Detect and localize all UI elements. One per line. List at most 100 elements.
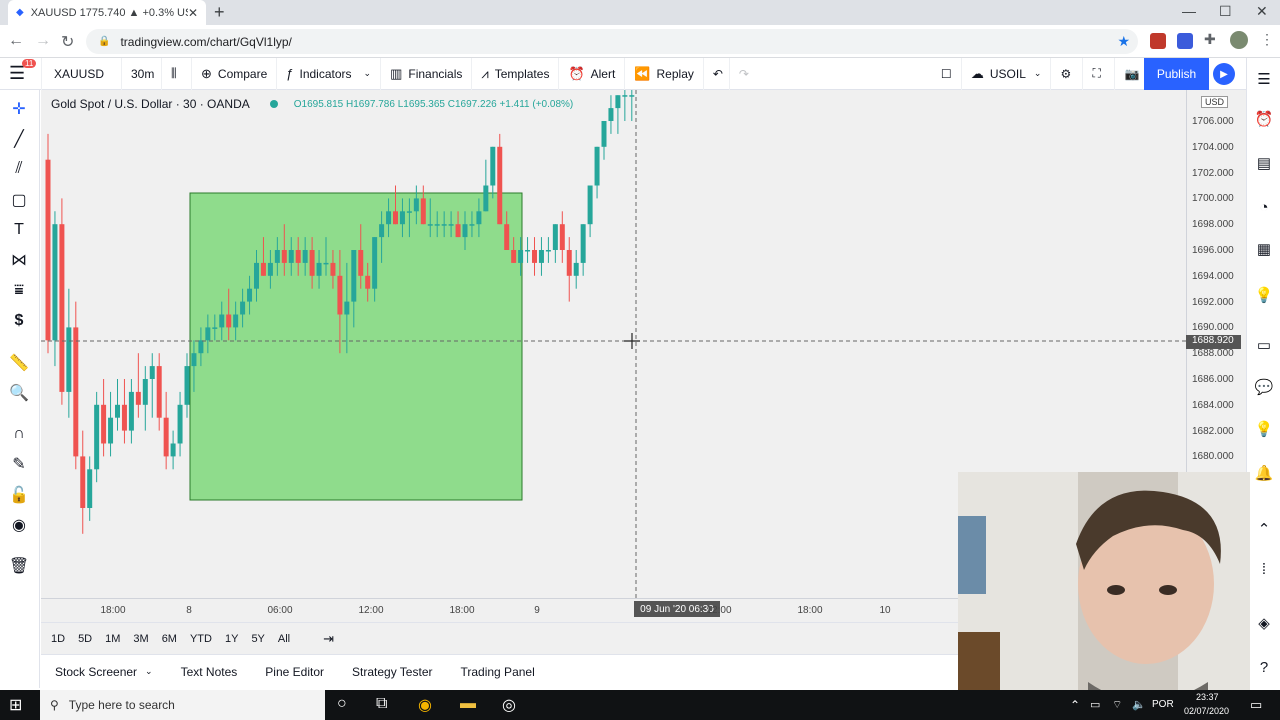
ruler-icon[interactable]: 📏 [8, 352, 30, 374]
hotlists-icon[interactable]: ◔ [1253, 196, 1275, 218]
watchlist-icon[interactable]: ☰ [1253, 68, 1275, 90]
more-menu-icon[interactable]: ⋮ [1260, 31, 1274, 48]
magnet-icon[interactable]: ∩ [8, 423, 30, 445]
redo-button[interactable]: ↷ [730, 58, 760, 90]
tab-stock-screener[interactable]: Stock Screener ⌄ [41, 655, 167, 689]
replay-button[interactable]: ⏪ Replay [625, 57, 704, 90]
profile-avatar[interactable] [1230, 31, 1248, 49]
bell-icon[interactable]: 🔔 [1253, 462, 1275, 484]
battery-icon[interactable]: ▭ [1090, 698, 1100, 711]
close-tab-icon[interactable]: ✕ [188, 6, 198, 20]
streams-icon[interactable]: ▭ [1253, 334, 1275, 356]
range-ytd[interactable]: YTD [190, 633, 212, 645]
alert-button[interactable]: ⏰ Alert [559, 57, 626, 90]
range-3m[interactable]: 3M [133, 633, 148, 645]
range-6m[interactable]: 6M [162, 633, 177, 645]
tray-chevron-icon[interactable]: ⌃ [1070, 698, 1080, 712]
maximize-icon[interactable]: ☐ [1219, 3, 1232, 20]
extensions-puzzle-icon[interactable]: ✚ [1204, 31, 1216, 48]
price-range-tool-icon[interactable]: $ [8, 310, 30, 332]
browser-tab[interactable]: ◆ XAUUSD 1775.740 ▲ +0.3% USD ✕ [8, 0, 206, 25]
currency-label[interactable]: USD [1201, 96, 1229, 108]
dom-icon[interactable]: ⁞ [1253, 558, 1275, 580]
language-indicator[interactable]: POR [1152, 699, 1174, 710]
forecast-tool-icon[interactable]: ⩸ [8, 280, 30, 302]
layout-button[interactable]: ☐ [932, 57, 962, 90]
rewind-icon: ⏪ [634, 65, 651, 81]
trash-icon[interactable]: 🗑 [8, 555, 30, 577]
range-1d[interactable]: 1D [51, 633, 65, 645]
range-1m[interactable]: 1M [105, 633, 120, 645]
interval-button[interactable]: 30m [122, 57, 162, 90]
watch-symbol-button[interactable]: ☁ USOIL ⌄ [962, 57, 1052, 90]
taskbar-search[interactable]: ⚲ Type here to search [40, 690, 325, 720]
clock-date[interactable]: 02/07/2020 [1184, 706, 1229, 716]
chart-style-button[interactable]: ⫼ [162, 57, 192, 90]
tab-strategy-tester[interactable]: Strategy Tester [338, 655, 446, 689]
compare-button[interactable]: ⊕ Compare [192, 57, 278, 90]
new-tab-icon[interactable]: + [214, 2, 225, 23]
wifi-icon[interactable]: ⌔ [1112, 698, 1122, 712]
text-tool-icon[interactable]: T [8, 219, 30, 241]
range-1y[interactable]: 1Y [225, 633, 238, 645]
bookmark-star-icon[interactable]: ★ [1117, 33, 1130, 50]
back-icon[interactable]: ← [8, 32, 24, 50]
symbol-search-button[interactable]: XAUUSD [42, 57, 122, 90]
layers-icon[interactable]: ◈ [1253, 612, 1275, 634]
cortana-icon[interactable]: ○ [337, 695, 347, 713]
chats-icon[interactable]: 💬 [1253, 376, 1275, 398]
range-5d[interactable]: 5D [78, 633, 92, 645]
pdf-extension-icon[interactable] [1150, 33, 1166, 49]
volume-icon[interactable]: 🔈 [1132, 698, 1146, 711]
publish-button[interactable]: Publish [1144, 58, 1209, 90]
eye-icon[interactable]: ◉ [8, 514, 30, 536]
range-all[interactable]: All [278, 633, 290, 645]
ideas-icon[interactable]: 💡 [1253, 284, 1275, 306]
clock-time[interactable]: 23:37 [1196, 692, 1219, 702]
indicators-button[interactable]: ƒ Indicators ⌄ [277, 57, 382, 90]
candle-body [212, 327, 218, 329]
main-menu-button[interactable]: ☰ 11 [0, 57, 42, 90]
forward-icon[interactable]: → [35, 32, 51, 50]
play-icon[interactable]: ▶ [1213, 63, 1235, 85]
help-icon[interactable]: ? [1253, 656, 1275, 678]
crosshair-tool-icon[interactable]: ✛ [8, 98, 30, 120]
lock-icon[interactable]: 🔓 [8, 484, 30, 506]
url-field[interactable]: 🔒 tradingview.com/chart/GqVl1lyp/ ★ [86, 29, 1138, 54]
settings-button[interactable]: ⚙ [1051, 57, 1084, 90]
undo-button[interactable]: ↶ [704, 57, 730, 90]
calendar-icon[interactable]: ▦ [1253, 238, 1275, 260]
rectangle-tool-icon[interactable]: ▢ [8, 189, 30, 211]
window-close-icon[interactable]: ✕ [1256, 3, 1268, 20]
tab-pine-editor[interactable]: Pine Editor [251, 655, 338, 689]
stay-drawing-icon[interactable]: ✎ [8, 453, 30, 475]
fib-tool-icon[interactable]: ⫽ [8, 158, 30, 180]
windows-start-icon[interactable]: ⊞ [9, 695, 22, 715]
templates-button[interactable]: ⩘ Templates [472, 57, 560, 90]
trendline-tool-icon[interactable]: ╱ [8, 128, 30, 150]
chrome-icon[interactable]: ◉ [418, 695, 432, 715]
action-center-icon[interactable]: ▭ [1250, 697, 1262, 713]
notifications-icon[interactable]: 💡 [1253, 418, 1275, 440]
extension-icon[interactable] [1177, 33, 1193, 49]
task-view-icon[interactable]: ⧉ [376, 695, 387, 713]
reload-icon[interactable]: ↻ [61, 32, 74, 52]
candle-body [281, 250, 287, 263]
order-panel-icon[interactable]: ⌃ [1253, 518, 1275, 540]
candle-body [302, 250, 308, 263]
candle-body [149, 366, 155, 379]
range-5y[interactable]: 5Y [251, 633, 264, 645]
minimize-icon[interactable]: — [1182, 3, 1196, 19]
file-explorer-icon[interactable]: ▬ [460, 695, 476, 713]
pattern-tool-icon[interactable]: ⋈ [8, 249, 30, 271]
data-window-icon[interactable]: ▤ [1253, 152, 1275, 174]
zoom-in-icon[interactable]: 🔍 [8, 382, 30, 404]
goto-date-icon[interactable]: ⇥ [323, 631, 334, 647]
app-icon[interactable]: ◎ [502, 695, 516, 715]
tab-trading-panel[interactable]: Trading Panel [446, 655, 548, 689]
snapshot-button[interactable]: 📷 [1115, 58, 1147, 90]
financials-button[interactable]: ▥ Financials [381, 57, 473, 90]
tab-text-notes[interactable]: Text Notes [167, 655, 252, 689]
fullscreen-button[interactable]: ⛶ [1083, 57, 1116, 90]
alerts-icon[interactable]: ⏰ [1253, 108, 1275, 130]
